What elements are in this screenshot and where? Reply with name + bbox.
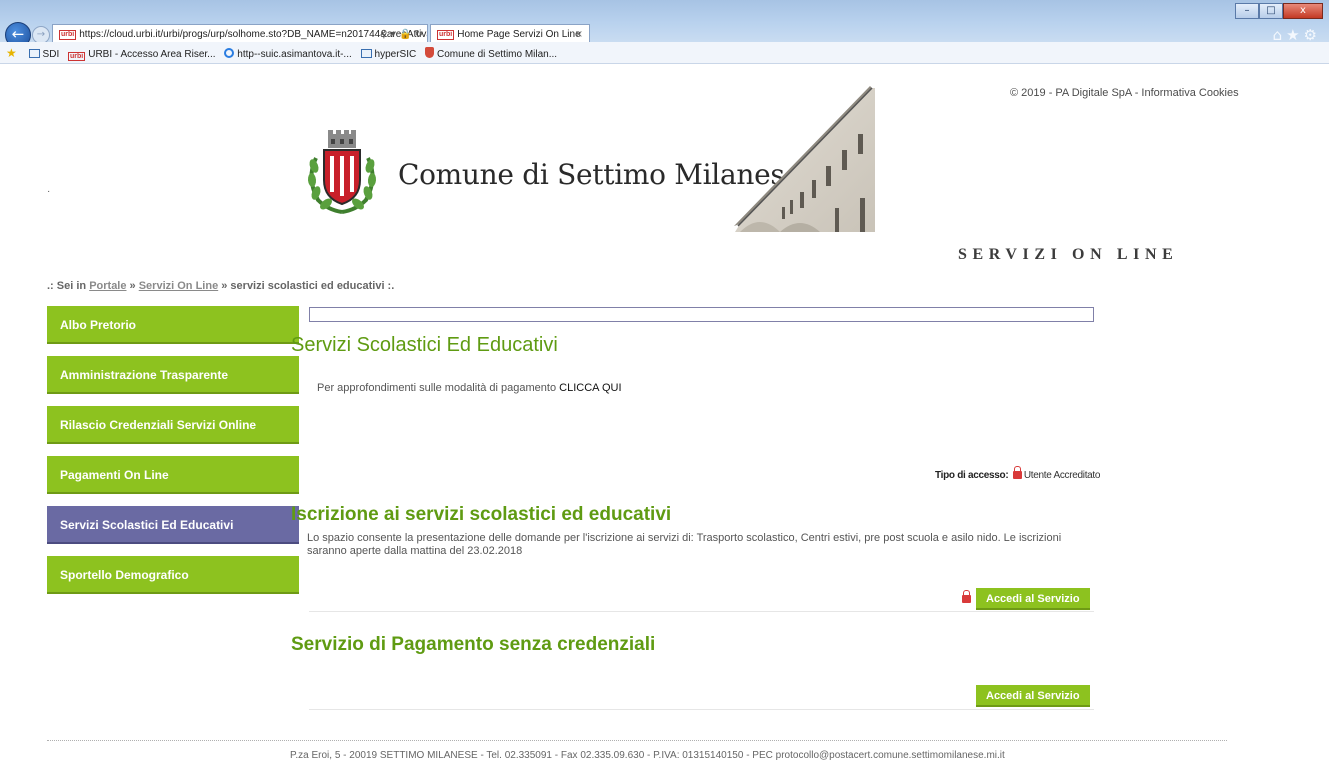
breadcrumb-servizi-link[interactable]: Servizi On Line: [139, 280, 218, 292]
section-title-pagamento: Servizio di Pagamento senza credenziali: [291, 634, 656, 655]
section-description-iscrizione: Lo spazio consente la presentazione dell…: [307, 532, 1062, 557]
services-online-heading: SERVIZI ON LINE: [958, 246, 1179, 263]
footer-address: P.za Eroi, 5 - 20019 SETTIMO MILANESE - …: [290, 750, 1005, 760]
favorites-bar: ★ SDI urbi URBI - Accesso Area Riser... h…: [0, 42, 1329, 64]
favorite-label: URBI - Accesso Area Riser...: [88, 49, 216, 60]
sidebar-item-pagamenti-online[interactable]: Pagamenti On Line: [47, 456, 299, 494]
ie-icon: [224, 48, 235, 58]
address-url: https://cloud.urbi.it/urbi/progs/urp/sol…: [79, 29, 428, 40]
page-icon: [360, 49, 372, 58]
add-favorite-star-icon: ★: [6, 46, 17, 60]
favorite-label: SDI: [42, 49, 60, 60]
sidebar-item-sportello-demografico[interactable]: Sportello Demografico: [47, 556, 299, 594]
payment-info-text: Per approfondimenti sulle modalità di pa…: [317, 382, 560, 394]
browser-titlebar: – □ x ← → urbi https://cloud.urbi.it/urbi…: [0, 0, 1329, 48]
favorite-label: hyperSIC: [374, 49, 417, 60]
access-type-label: Tipo di accesso:: [935, 470, 1009, 481]
favorites-star[interactable]: ★: [6, 42, 20, 66]
favorite-label: http--suic.asimantova.it-...: [237, 49, 352, 60]
urbi-favicon-icon: urbi: [437, 30, 455, 40]
favorite-item-suic[interactable]: http--suic.asimantova.it-...: [224, 44, 352, 66]
breadcrumb-current: servizi scolastici ed educativi :.: [230, 280, 395, 292]
top-input-box[interactable]: [309, 307, 1094, 322]
breadcrumb-prefix: .: Sei in: [47, 280, 90, 292]
window-controls: – □ x: [1235, 3, 1323, 19]
access-type: Tipo di accesso: Utente Accreditato: [935, 466, 1101, 481]
copyright-link[interactable]: © 2019 - PA Digitale SpA - Informativa C…: [1010, 87, 1239, 99]
sidebar-item-amministrazione-trasparente[interactable]: Amministrazione Trasparente: [47, 356, 299, 394]
favorite-label: Comune di Settimo Milan...: [437, 49, 558, 60]
page-title: Servizi Scolastici Ed Educativi: [291, 334, 558, 356]
breadcrumb-separator: »: [126, 280, 139, 292]
accedi-servizio-button[interactable]: Accedi al Servizio: [976, 588, 1090, 610]
accedi-servizio-button[interactable]: Accedi al Servizio: [976, 685, 1090, 707]
header-dot: ·: [47, 186, 51, 197]
urbi-favicon-icon: urbi: [59, 30, 77, 40]
favorite-item-hypersic[interactable]: hyperSIC: [360, 44, 417, 66]
access-type-value: Utente Accreditato: [1023, 470, 1101, 481]
breadcrumb: .: Sei in Portale » Servizi On Line » se…: [47, 280, 394, 292]
favorite-item-urbi[interactable]: urbi URBI - Accesso Area Riser...: [68, 44, 216, 66]
close-window-icon[interactable]: x: [1283, 3, 1323, 19]
building-banner-image: [734, 86, 875, 232]
section-title-iscrizione: Iscrizione ai servizi scolastici ed educ…: [291, 504, 672, 525]
minimize-icon[interactable]: –: [1235, 3, 1259, 19]
favorite-item-sdi[interactable]: SDI: [28, 44, 60, 66]
maximize-icon[interactable]: □: [1259, 3, 1283, 19]
sidebar-item-rilascio-credenziali[interactable]: Rilascio Credenziali Servizi Online: [47, 406, 299, 444]
urbi-icon: urbi: [68, 52, 86, 61]
section-divider: [309, 709, 1094, 710]
breadcrumb-separator: »: [218, 280, 231, 292]
tab-title: Home Page Servizi On Line: [457, 29, 581, 40]
municipal-crest-logo: [307, 130, 377, 214]
lock-icon: [962, 590, 971, 603]
sidebar-item-servizi-scolastici[interactable]: Servizi Scolastici Ed Educativi: [47, 506, 299, 544]
favorite-item-comune[interactable]: Comune di Settimo Milan...: [425, 44, 557, 66]
section-divider: [309, 611, 1094, 612]
breadcrumb-portale-link[interactable]: Portale: [89, 280, 126, 292]
clicca-qui-link[interactable]: CLICCA QUI: [559, 382, 621, 394]
sidebar-item-albo-pretorio[interactable]: Albo Pretorio: [47, 306, 299, 344]
sidebar-nav: Albo Pretorio Amministrazione Trasparent…: [47, 306, 299, 606]
payment-info: Per approfondimenti sulle modalità di pa…: [317, 382, 622, 394]
lock-icon: [1012, 466, 1022, 479]
page-icon: [28, 49, 40, 58]
crest-icon: [425, 47, 435, 58]
footer-divider: [47, 740, 1227, 741]
